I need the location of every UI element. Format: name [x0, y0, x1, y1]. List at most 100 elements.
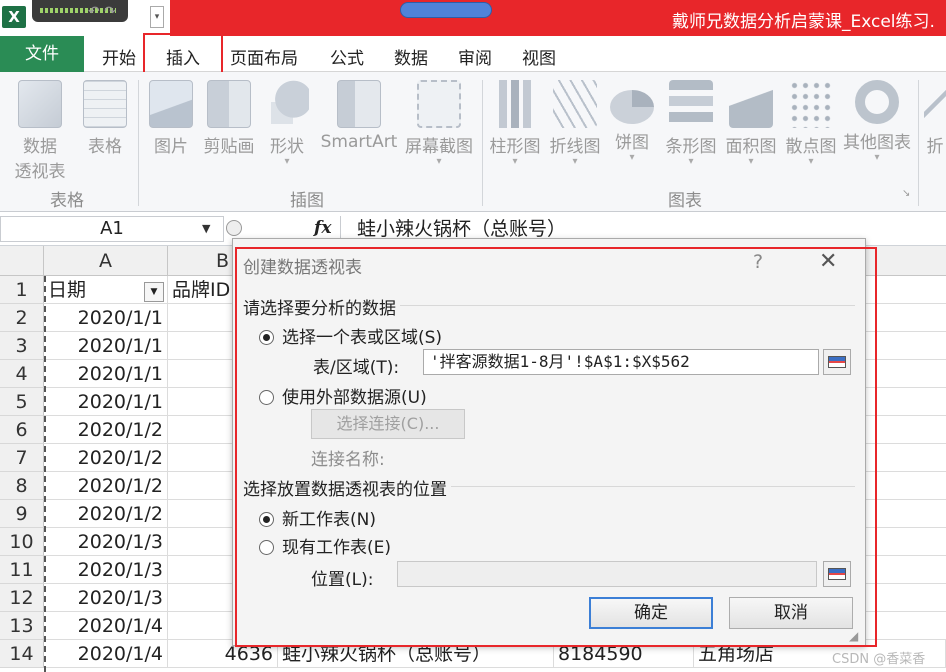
clipart-button[interactable]: 剪贴画: [200, 80, 258, 157]
close-icon[interactable]: ✕: [819, 249, 837, 274]
line-chart-dropdown-icon: ▾: [572, 156, 578, 167]
bar-chart-button[interactable]: 条形图 ▾: [662, 80, 720, 167]
sparkline-button[interactable]: 折: [924, 80, 946, 157]
customize-toolbar-icon[interactable]: ▾: [150, 6, 164, 28]
row-header[interactable]: 2: [0, 304, 44, 332]
tab-formulas[interactable]: 公式: [330, 44, 364, 69]
row-header[interactable]: 5: [0, 388, 44, 416]
radio-selected-icon: [259, 512, 274, 527]
bar-chart-dropdown-icon: ▾: [688, 156, 694, 167]
resize-grip-icon[interactable]: ◢: [849, 629, 858, 643]
location-input[interactable]: [397, 561, 817, 587]
column-header-a[interactable]: A: [44, 246, 168, 276]
cell-a[interactable]: 2020/1/4: [44, 640, 168, 668]
shapes-button[interactable]: 形状 ▾: [262, 80, 312, 167]
table-button[interactable]: 表格: [78, 80, 132, 157]
excel-app-icon[interactable]: X: [2, 6, 26, 28]
cell-a[interactable]: 2020/1/4: [44, 612, 168, 640]
help-icon[interactable]: ?: [753, 251, 763, 273]
range-input[interactable]: '拌客源数据1-8月'!$A$1:$X$562: [423, 349, 819, 375]
line-chart-label: 折线图: [549, 137, 601, 157]
row-header[interactable]: 1: [0, 276, 44, 304]
column-chart-button[interactable]: 柱形图 ▾: [486, 80, 544, 167]
tab-page-layout[interactable]: 页面布局: [230, 44, 298, 69]
name-box-dropdown-icon[interactable]: ▼: [202, 222, 210, 235]
scatter-chart-button[interactable]: 散点图 ▾: [782, 80, 840, 167]
cell-a[interactable]: 2020/1/1: [44, 360, 168, 388]
radio-unselected-icon: [259, 540, 274, 555]
tab-review[interactable]: 审阅: [458, 44, 492, 69]
group-separator: [918, 80, 919, 206]
row-header[interactable]: 8: [0, 472, 44, 500]
cell-a[interactable]: 2020/1/2: [44, 500, 168, 528]
cell-a[interactable]: 2020/1/1: [44, 304, 168, 332]
line-chart-button[interactable]: 折线图 ▾: [546, 80, 604, 167]
smartart-button[interactable]: SmartArt: [316, 80, 402, 152]
cell-a[interactable]: 2020/1/2: [44, 416, 168, 444]
formula-bar-handle-icon[interactable]: [226, 220, 242, 236]
select-all-corner[interactable]: [0, 246, 44, 276]
cell-a[interactable]: 2020/1/2: [44, 444, 168, 472]
watermark: CSDN @香菜香: [832, 652, 926, 667]
name-box[interactable]: A1: [0, 216, 224, 242]
cancel-button[interactable]: 取消: [729, 597, 853, 629]
picture-label: 图片: [154, 137, 188, 157]
sparkline-label: 折: [926, 137, 944, 157]
other-charts-label: 其他图表: [843, 133, 911, 153]
radio-external-source[interactable]: 使用外部数据源(U): [259, 383, 427, 408]
choose-connection-button[interactable]: 选择连接(C)...: [311, 409, 465, 439]
cell-a[interactable]: 2020/1/1: [44, 388, 168, 416]
radio-new-worksheet[interactable]: 新工作表(N): [259, 505, 376, 530]
column-chart-dropdown-icon: ▾: [512, 156, 518, 167]
cell-a[interactable]: 2020/1/2: [44, 472, 168, 500]
radio-select-table[interactable]: 选择一个表或区域(S): [259, 323, 442, 348]
undo-redo-icons[interactable]: ↶ ↷: [88, 4, 116, 20]
cell-a[interactable]: 2020/1/3: [44, 528, 168, 556]
clipart-icon: [207, 80, 251, 128]
row-header[interactable]: 7: [0, 444, 44, 472]
cell-a[interactable]: 2020/1/3: [44, 584, 168, 612]
screenshot-button[interactable]: 屏幕截图 ▾: [402, 80, 476, 167]
row-header[interactable]: 11: [0, 556, 44, 584]
range-label: 表/区域(T):: [313, 358, 400, 378]
line-chart-icon: [553, 80, 597, 128]
pivot-table-label-1: 数据: [23, 137, 57, 157]
insert-function-icon[interactable]: fx: [314, 218, 331, 238]
pivot-table-button[interactable]: 数据 透视表: [6, 80, 74, 182]
tab-home[interactable]: 开始: [102, 44, 136, 69]
collapse-range-button[interactable]: [823, 349, 851, 375]
row-header[interactable]: 9: [0, 500, 44, 528]
window-drag-handle[interactable]: [400, 2, 492, 18]
dialog-launcher-icon[interactable]: ↘: [902, 188, 910, 199]
pie-chart-button[interactable]: 饼图 ▾: [610, 80, 654, 163]
radio-external-source-label: 使用外部数据源(U): [282, 388, 427, 408]
collapse-location-button[interactable]: [823, 561, 851, 587]
tab-data[interactable]: 数据: [394, 44, 428, 69]
row-header[interactable]: 13: [0, 612, 44, 640]
illustrations-group-label: 插图: [290, 191, 324, 211]
row-header[interactable]: 10: [0, 528, 44, 556]
location-label: 位置(L):: [311, 570, 374, 590]
pie-chart-label: 饼图: [615, 133, 649, 153]
range-picker-icon: [828, 356, 846, 368]
cell-a[interactable]: 2020/1/3: [44, 556, 168, 584]
row-header[interactable]: 12: [0, 584, 44, 612]
radio-existing-worksheet[interactable]: 现有工作表(E): [259, 533, 391, 558]
other-charts-button[interactable]: 其他图表 ▾: [840, 80, 914, 163]
clipart-label: 剪贴画: [203, 137, 255, 157]
ok-button[interactable]: 确定: [589, 597, 713, 629]
picture-button[interactable]: 图片: [146, 80, 196, 157]
row-header[interactable]: 6: [0, 416, 44, 444]
shapes-label: 形状: [270, 137, 304, 157]
row-header[interactable]: 14: [0, 640, 44, 668]
tab-view[interactable]: 视图: [522, 44, 556, 69]
shapes-dropdown-icon: ▾: [284, 156, 290, 167]
filter-dropdown-icon[interactable]: ▼: [144, 282, 164, 302]
row-header[interactable]: 3: [0, 332, 44, 360]
cell-a[interactable]: 2020/1/1: [44, 332, 168, 360]
bar-chart-label: 条形图: [665, 137, 717, 157]
area-chart-button[interactable]: 面积图 ▾: [722, 80, 780, 167]
tab-file[interactable]: 文件: [0, 36, 84, 72]
radio-existing-worksheet-label: 现有工作表(E): [282, 538, 392, 558]
row-header[interactable]: 4: [0, 360, 44, 388]
